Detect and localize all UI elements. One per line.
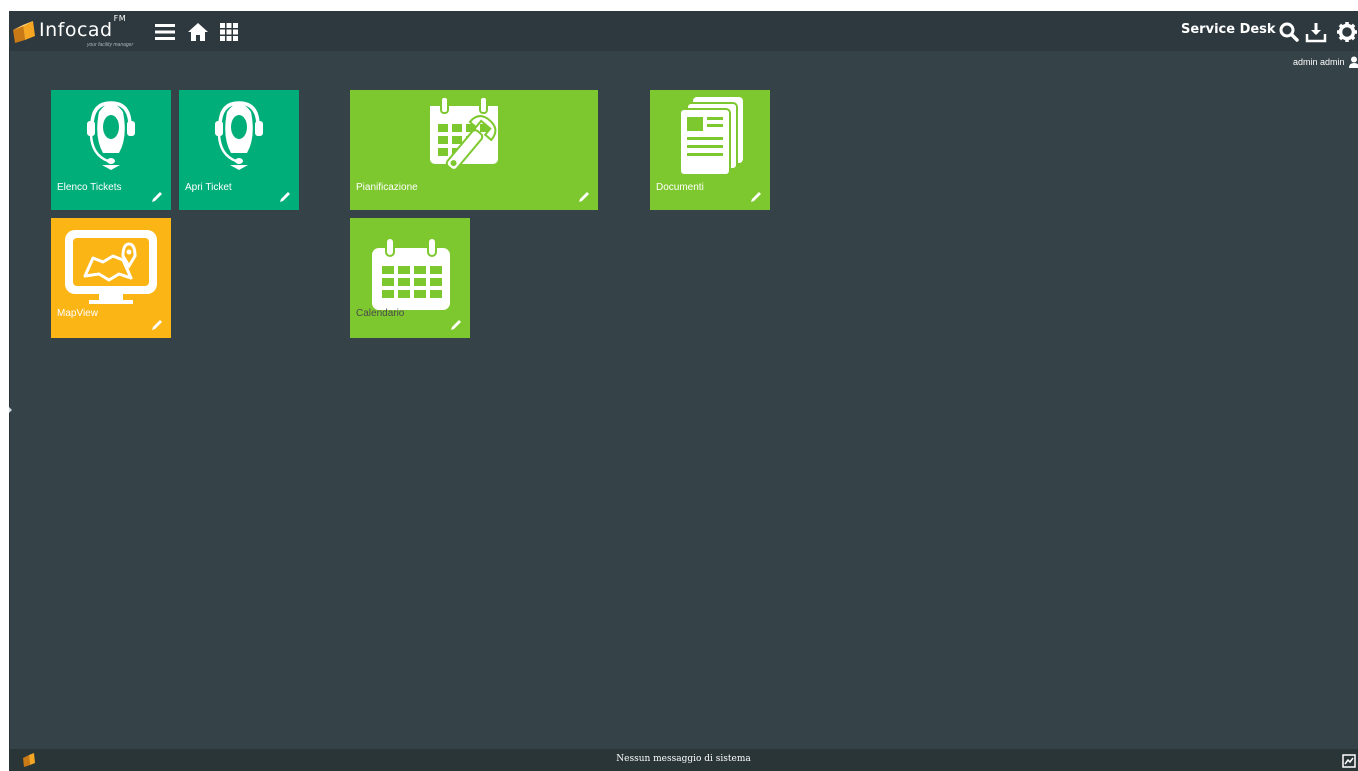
app-window: InfocadFM your facility manager Service … xyxy=(9,11,1358,771)
messages-icon[interactable] xyxy=(1342,754,1356,768)
calendar-wrench-icon xyxy=(430,96,498,171)
tile-apri-ticket[interactable]: Apri Ticket xyxy=(179,90,299,210)
user-icon[interactable] xyxy=(1349,56,1358,68)
module-title: Service Desk xyxy=(1181,22,1276,37)
grid-icon[interactable] xyxy=(218,21,240,43)
user-name[interactable]: admin admin xyxy=(1293,57,1345,67)
top-bar: InfocadFM your facility manager Service … xyxy=(9,11,1358,51)
edit-pencil-icon[interactable] xyxy=(450,319,462,331)
download-icon[interactable] xyxy=(1305,21,1327,43)
tile-label: Calendario xyxy=(356,308,405,319)
home-icon[interactable] xyxy=(187,21,209,43)
system-message: Nessun messaggio di sistema xyxy=(616,754,751,764)
menu-icon[interactable] xyxy=(154,21,176,43)
tile-label: Elenco Tickets xyxy=(57,182,122,193)
tile-elenco-tickets[interactable]: Elenco Tickets xyxy=(51,90,171,210)
tile-label: MapView xyxy=(57,308,98,319)
tile-label: Pianificazione xyxy=(356,182,418,193)
calendar-icon xyxy=(372,237,450,310)
tile-pianificazione[interactable]: Pianificazione xyxy=(350,90,598,210)
search-icon[interactable] xyxy=(1278,21,1300,43)
tile-label: Apri Ticket xyxy=(185,182,232,193)
headset-agent-icon xyxy=(87,101,135,170)
tile-documenti[interactable]: Documenti xyxy=(650,90,770,210)
map-monitor-icon xyxy=(65,230,157,304)
edit-pencil-icon[interactable] xyxy=(151,319,163,331)
brand-tagline: your facility manager xyxy=(87,42,134,48)
gear-icon[interactable] xyxy=(1336,21,1358,43)
logo-mark-icon xyxy=(13,21,35,43)
status-bar: Nessun messaggio di sistema xyxy=(9,749,1358,771)
edit-pencil-icon[interactable] xyxy=(279,191,291,203)
edit-pencil-icon[interactable] xyxy=(750,191,762,203)
sidebar-toggle-icon[interactable] xyxy=(9,407,12,413)
tile-label: Documenti xyxy=(656,182,704,193)
edit-pencil-icon[interactable] xyxy=(578,191,590,203)
infocad-logo[interactable]: InfocadFM your facility manager xyxy=(11,13,151,50)
headset-agent-icon xyxy=(215,101,263,170)
tile-mapview[interactable]: MapView xyxy=(51,218,171,338)
sidebar-edge xyxy=(9,51,10,751)
tile-calendario[interactable]: Calendario xyxy=(350,218,470,338)
edit-pencil-icon[interactable] xyxy=(151,191,163,203)
brand-name: InfocadFM xyxy=(39,13,127,41)
documents-icon xyxy=(679,97,743,176)
